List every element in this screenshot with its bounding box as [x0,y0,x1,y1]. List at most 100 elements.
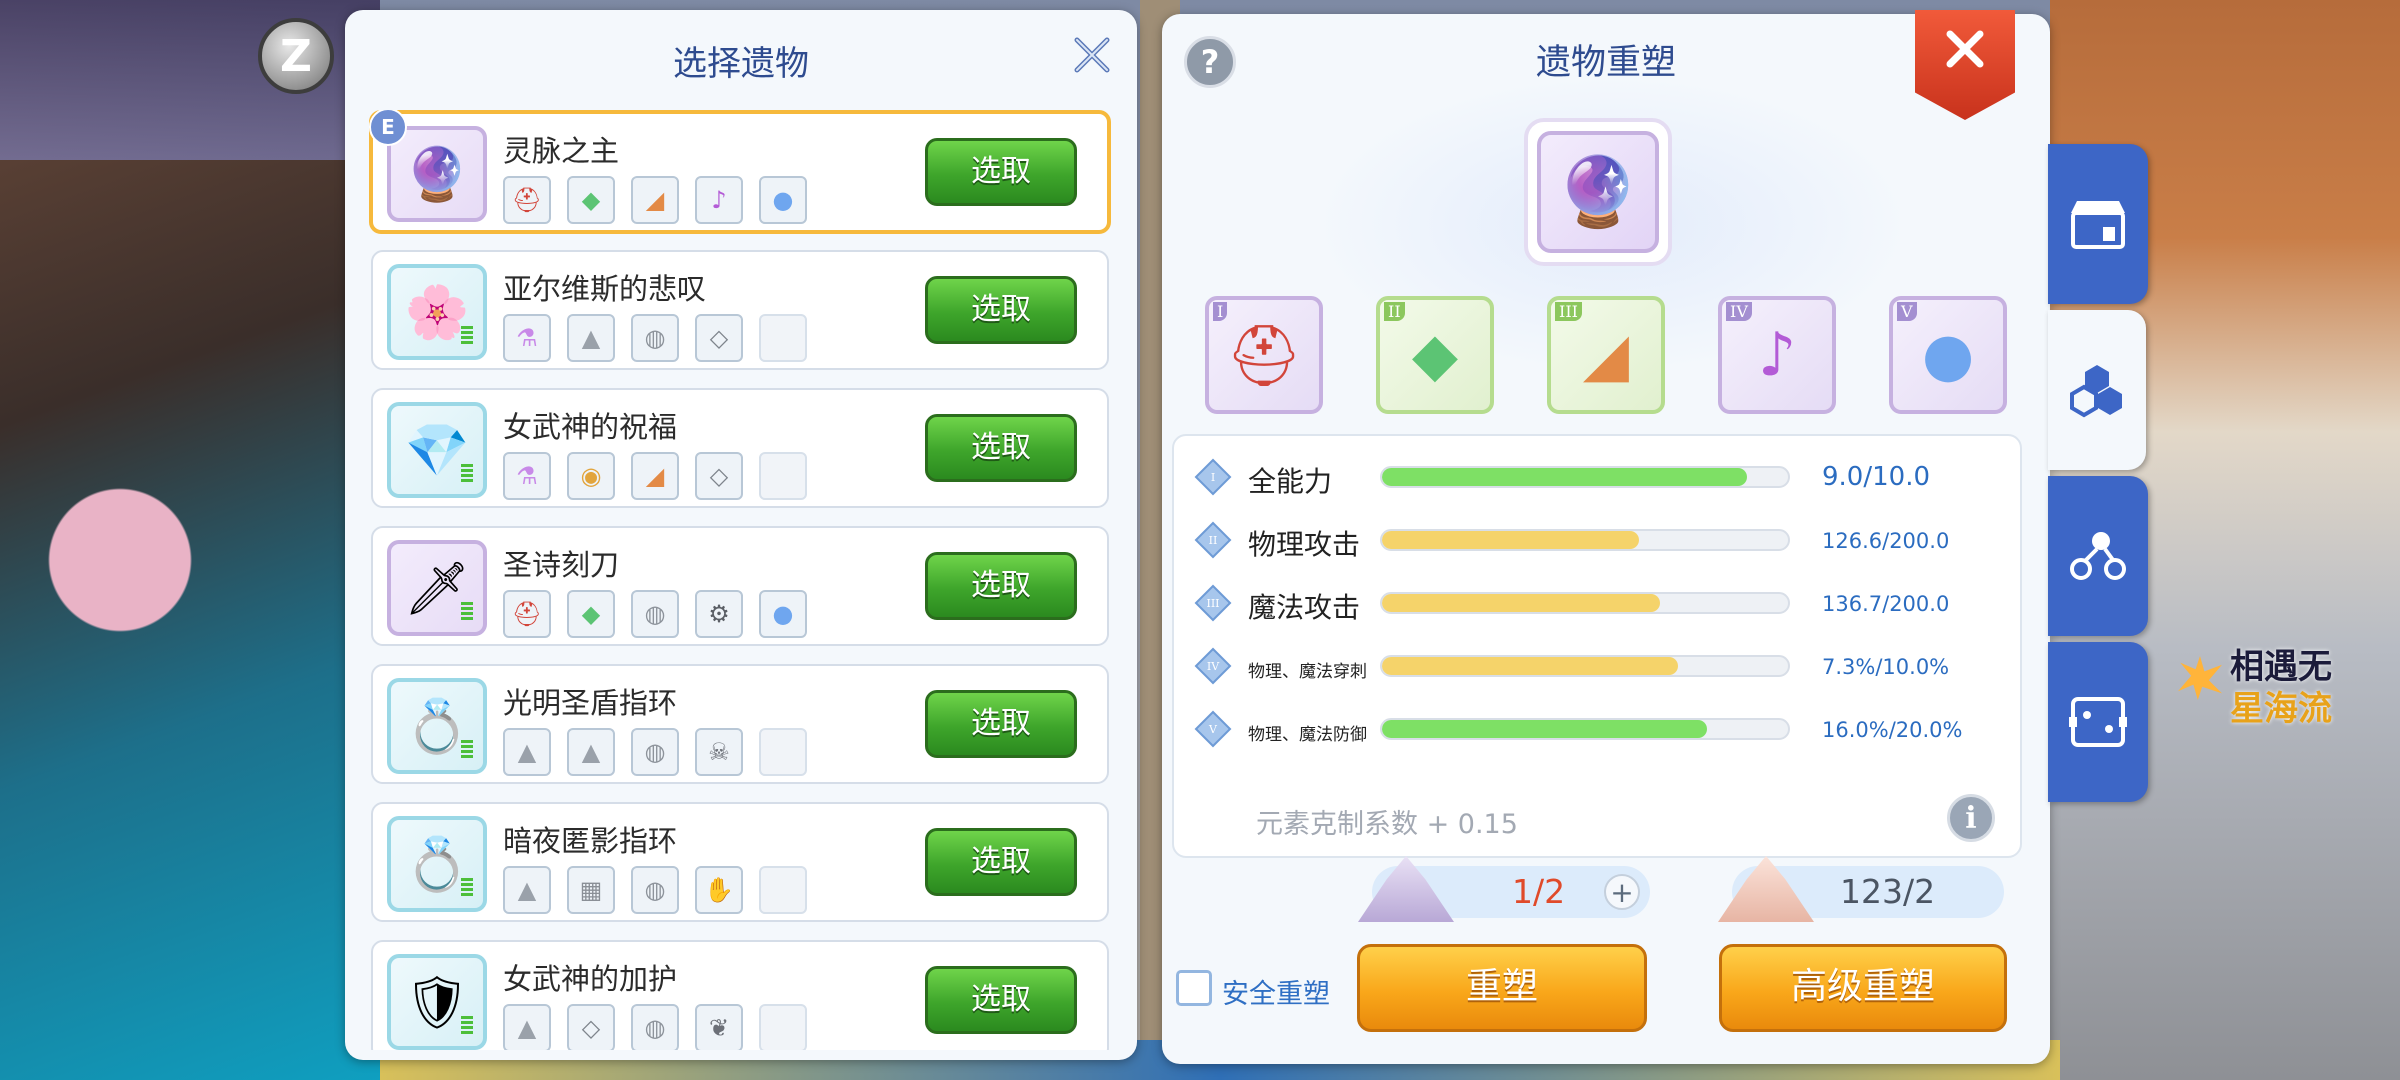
material-slots: I ⛑ II ◆ III ◢ IV ♪ V ● [1205,296,2007,416]
helmet-icon: ⛑ [503,176,551,224]
add-material-button[interactable]: + [1604,874,1640,910]
slot-number: II [1384,302,1405,321]
pick-button[interactable]: 选取 [925,966,1077,1034]
z-badge-icon[interactable]: Z [258,18,334,94]
relic-row[interactable]: 🔮 E 灵脉之主 ⛑ ◆ ◢ ♪ ● 选取 [369,110,1111,234]
egg-icon: ● [759,590,807,638]
floating-text-line1: 相遇无 [2230,647,2332,687]
sand-icon: ▲ [503,728,551,776]
dagger-icon: 🗡 [387,540,487,636]
stat-value: 126.6/200.0 [1822,529,1950,553]
stat-progress-fill [1382,468,1748,486]
sand-icon: ▲ [503,866,551,914]
stat-value: 16.0%/20.0% [1822,718,1963,742]
stat-number: I [1210,470,1216,484]
slot-number: IV [1726,302,1752,321]
relic-slot-5[interactable]: V ● [1889,296,2007,414]
stat-progress-bar [1380,592,1790,614]
stat-number: II [1208,533,1218,547]
close-icon [1946,30,1984,68]
pick-button[interactable]: 选取 [925,414,1077,482]
stat-row: IV 物理、魔法穿刺 7.3%/10.0% [1194,647,1996,687]
stat-row: III 魔法攻击 136.7/200.0 [1194,584,1996,624]
tab-network[interactable] [2048,476,2148,636]
select-relic-panel: 选择遗物 🔮 E 灵脉之主 ⛑ ◆ ◢ ♪ ● 选取 🌸 亚尔维斯的悲叹 ⚗ ▲ ◍ ◇ 选取 💎 女武神的祝福 ⚗… [345,10,1137,1060]
crystal-icon: ◆ [567,176,615,224]
safe-reforge-checkbox[interactable] [1176,970,1212,1006]
stone-icon: ◍ [631,314,679,362]
stat-name: 全能力 [1248,465,1333,498]
diamond-icon: III [1194,584,1232,622]
slot-number: III [1555,302,1582,321]
sand-icon: ▲ [503,1004,551,1050]
tab-dice[interactable] [2048,642,2148,802]
material-slots: ⚗ ▲ ◍ ◇ [503,314,807,362]
relic-slot-4[interactable]: IV ♪ [1718,296,1836,414]
pick-button[interactable]: 选取 [925,552,1077,620]
feather-icon: ❦ [695,1004,743,1050]
material-slots: ▲ ▦ ◍ ✋ [503,866,807,914]
material-slots: ▲ ▲ ◍ ☠ [503,728,807,776]
diamond-icon: I [1194,458,1232,496]
nugget-icon: ◉ [567,452,615,500]
relic-row[interactable]: 🌸 亚尔维斯的悲叹 ⚗ ▲ ◍ ◇ 选取 [371,250,1109,370]
level-bars-icon [461,602,473,622]
cost-material-1-count: 1/2 [1512,872,1566,911]
pick-button[interactable]: 选取 [925,138,1077,206]
advanced-reforge-button[interactable]: 高级重塑 [1719,944,2007,1032]
stat-number: III [1206,596,1220,610]
ore-icon: ◇ [695,314,743,362]
ore-icon: ◇ [567,1004,615,1050]
close-button[interactable] [1915,10,2015,120]
relic-slot-1[interactable]: I ⛑ [1205,296,1323,414]
element-coefficient: 元素克制系数 + 0.15 [1256,809,1518,840]
material-slots: ⚗ ◉ ◢ ◇ [503,452,807,500]
stat-progress-bar [1380,718,1790,740]
brick-icon: ▦ [567,866,615,914]
tab-shop[interactable] [2048,144,2148,304]
winged-gem-icon: 💎 [387,402,487,498]
level-bars-icon [461,464,473,484]
relic-slot-3[interactable]: III ◢ [1547,296,1665,414]
relic-row[interactable]: 🗡 圣诗刻刀 ⛑ ◆ ◍ ⚙ ● 选取 [371,526,1109,646]
empty-slot [759,728,807,776]
relic-row[interactable]: 💍 光明圣盾指环 ▲ ▲ ◍ ☠ 选取 [371,664,1109,784]
empty-slot [759,452,807,500]
empty-slot [759,314,807,362]
helmet-icon: ⛑ [1225,320,1303,391]
tab-relic[interactable] [2048,310,2146,470]
stat-value: 136.7/200.0 [1822,592,1950,616]
pick-button[interactable]: 选取 [925,690,1077,758]
crystal-icon: ◆ [567,590,615,638]
hexagon-cluster-icon [2070,365,2122,418]
stone-icon: ◍ [631,866,679,914]
stats-box: I 全能力 9.0/10.0 II 物理攻击 126.6/200.0 III 魔法攻击 136.… [1172,434,2022,858]
powder-icon [1718,856,1814,922]
reforge-button[interactable]: 重塑 [1357,944,1647,1032]
pick-button[interactable]: 选取 [925,828,1077,896]
reforge-panel: ? 遗物重塑 🔮 I ⛑ II ◆ III ◢ IV ♪ V ● I 全能力 9.0/10.0 II 物理… [1162,10,2050,1064]
crystal-icon: ◆ [1411,320,1459,390]
slot-number: V [1897,302,1917,321]
stat-row: II 物理攻击 126.6/200.0 [1194,521,1996,561]
stat-row: I 全能力 9.0/10.0 [1194,458,1996,498]
relic-row[interactable]: 💍 暗夜匿影指环 ▲ ▦ ◍ ✋ 选取 [371,802,1109,922]
relic-slot-2[interactable]: II ◆ [1376,296,1494,414]
safe-reforge-label[interactable]: 安全重塑 [1222,972,1330,1011]
stone-icon: ◍ [631,728,679,776]
potion-icon: ⚗ [503,452,551,500]
floating-text: 相遇无 星海流 [2178,646,2332,730]
diamond-icon: IV [1194,647,1232,685]
material-slots: ▲ ◇ ◍ ❦ [503,1004,807,1050]
relic-row[interactable]: 💎 女武神的祝福 ⚗ ◉ ◢ ◇ 选取 [371,388,1109,508]
helmet-icon: ⛑ [503,590,551,638]
relic-row[interactable]: 🛡 女武神的加护 ▲ ◇ ◍ ❦ 选取 [371,940,1109,1050]
scene-left [0,0,380,1080]
close-icon[interactable] [1069,32,1115,78]
relic-list[interactable]: 🔮 E 灵脉之主 ⛑ ◆ ◢ ♪ ● 选取 🌸 亚尔维斯的悲叹 ⚗ ▲ ◍ ◇ 选取 💎 女武神的祝福 ⚗ ◉ ◢ ◇ 选取… [361,110,1121,1050]
pick-button[interactable]: 选取 [925,276,1077,344]
stat-progress-fill [1382,657,1679,675]
egg-icon: ● [1921,320,1975,390]
info-button[interactable]: i [1947,794,1995,842]
shield-icon: 🛡 [387,954,487,1050]
